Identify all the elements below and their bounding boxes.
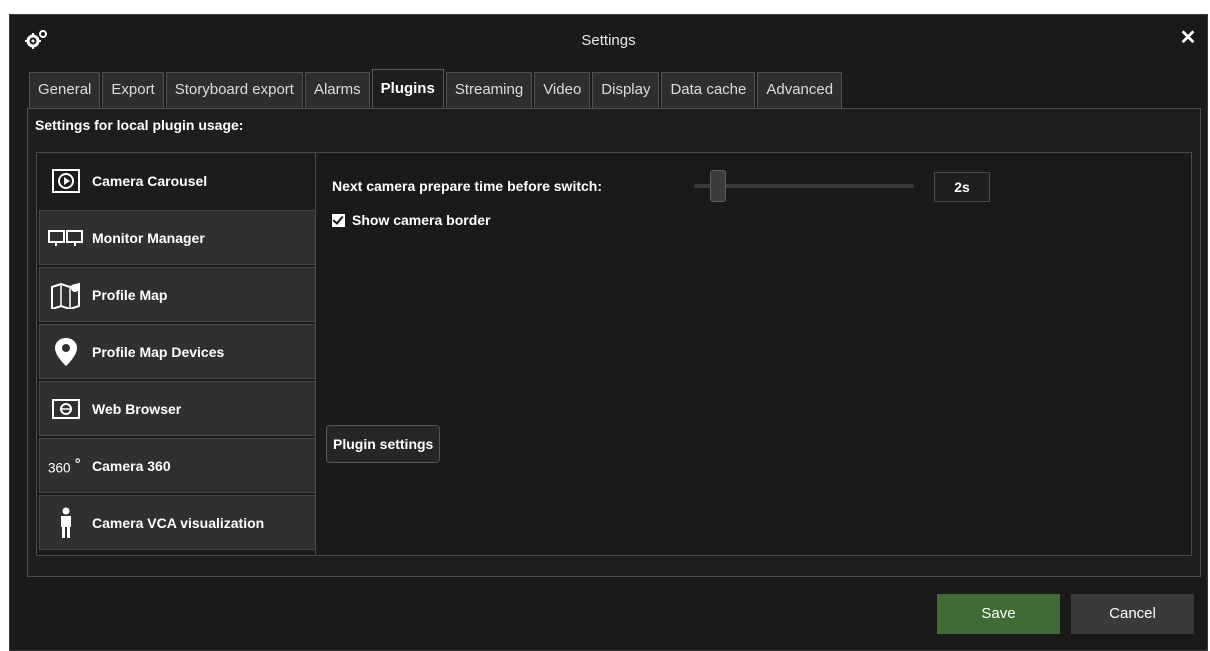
title-bar: Settings ✕ <box>10 15 1207 67</box>
tab-video[interactable]: Video <box>534 72 591 108</box>
plugin-item-camera-carousel[interactable]: Camera Carousel <box>39 153 318 208</box>
web-browser-icon <box>48 394 84 424</box>
plugin-settings-area: Camera Carousel Monitor Manager Profile … <box>36 152 1192 556</box>
window-title: Settings <box>581 32 636 49</box>
plugins-panel: Settings for local plugin usage: Camera … <box>27 108 1201 577</box>
tab-export[interactable]: Export <box>102 72 164 108</box>
person-icon <box>48 507 84 538</box>
plugin-label: Profile Map Devices <box>92 343 225 360</box>
panel-heading: Settings for local plugin usage: <box>35 117 244 133</box>
close-icon[interactable]: ✕ <box>1177 27 1199 49</box>
plugin-label: Camera 360 <box>92 457 171 474</box>
show-camera-border-label: Show camera border <box>352 212 491 228</box>
plugin-label: Profile Map <box>92 286 168 303</box>
prepare-time-value: 2s <box>934 172 990 202</box>
save-button[interactable]: Save <box>937 594 1060 634</box>
profile-map-icon <box>48 280 84 310</box>
cancel-button[interactable]: Cancel <box>1071 594 1194 634</box>
plugin-list: Camera Carousel Monitor Manager Profile … <box>39 153 318 552</box>
plugin-item-profile-map-devices[interactable]: Profile Map Devices <box>39 324 316 379</box>
plugin-item-monitor-manager[interactable]: Monitor Manager <box>39 210 316 265</box>
tab-advanced[interactable]: Advanced <box>757 72 843 108</box>
plugin-label: Monitor Manager <box>92 229 205 246</box>
tab-display[interactable]: Display <box>592 72 660 108</box>
tab-storyboard-export[interactable]: Storyboard export <box>165 72 303 108</box>
tab-data-cache[interactable]: Data cache <box>661 72 756 108</box>
monitor-manager-icon <box>48 223 84 253</box>
camera-360-icon: 360 <box>48 451 84 481</box>
plugin-label: Camera Carousel <box>92 172 208 189</box>
show-camera-border-option[interactable]: Show camera border <box>332 212 491 228</box>
slider-handle[interactable] <box>710 170 727 202</box>
settings-window: Settings ✕ General Export Storyboard exp… <box>9 14 1208 651</box>
plugin-item-web-browser[interactable]: Web Browser <box>39 381 316 436</box>
tab-streaming[interactable]: Streaming <box>445 72 533 108</box>
tab-general[interactable]: General <box>29 72 101 108</box>
tab-alarms[interactable]: Alarms <box>304 72 370 108</box>
map-pin-icon <box>48 337 84 367</box>
tab-bar: General Export Storyboard export Alarms … <box>29 69 844 108</box>
plugin-detail: Next camera prepare time before switch: … <box>315 153 1191 555</box>
plugin-settings-button[interactable]: Plugin settings <box>326 425 441 463</box>
prepare-time-slider[interactable] <box>694 184 914 188</box>
svg-text:360: 360 <box>48 460 71 475</box>
plugin-item-camera-vca-visualization[interactable]: Camera VCA visualization <box>39 495 316 550</box>
camera-carousel-icon <box>48 166 84 196</box>
plugin-item-profile-map[interactable]: Profile Map <box>39 267 316 322</box>
plugin-label: Camera VCA visualization <box>92 514 265 531</box>
show-camera-border-checkbox[interactable] <box>332 213 345 227</box>
tab-plugins[interactable]: Plugins <box>371 69 444 108</box>
prepare-time-label: Next camera prepare time before switch: <box>332 178 602 194</box>
plugin-item-camera-360[interactable]: 360 Camera 360 <box>39 438 316 493</box>
plugin-label: Web Browser <box>92 400 182 417</box>
